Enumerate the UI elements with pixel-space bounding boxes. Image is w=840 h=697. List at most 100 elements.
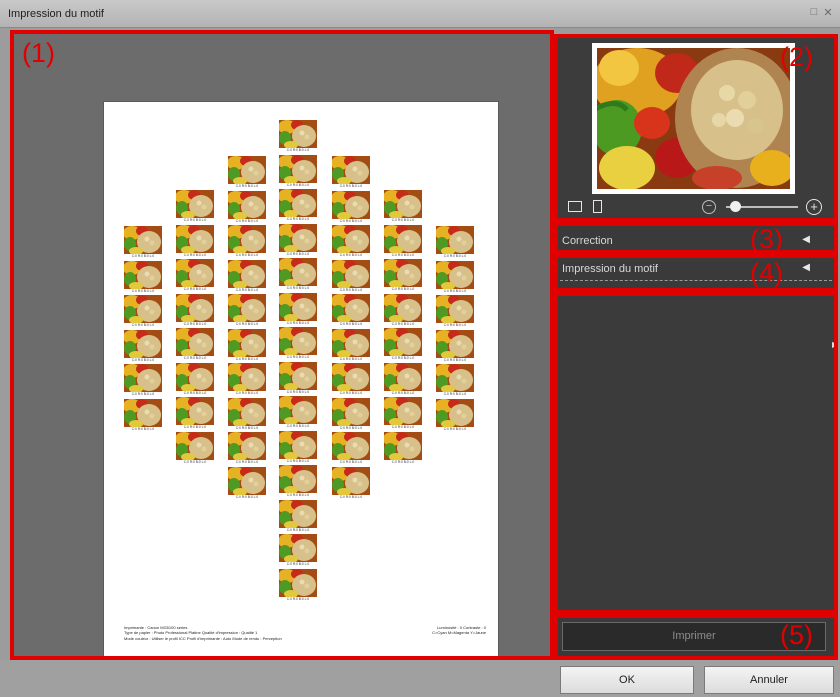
pattern-tile: C:0 R:0 B:0 L:0 (279, 361, 317, 396)
zoom-slider-handle[interactable] (730, 201, 741, 212)
tile-caption: C:0 R:0 B:0 L:0 (443, 392, 467, 396)
tile-caption: C:0 R:0 B:0 L:0 (235, 425, 259, 430)
zoom-in-icon[interactable]: + (806, 199, 822, 215)
portrait-view-icon[interactable] (593, 200, 602, 213)
pattern-tile: C:0 R:0 B:0 L:0 (279, 189, 317, 223)
pattern-tile: C:0 R:0 B:0 L:0 (384, 431, 422, 466)
pattern-tile: C:0 R:0 B:0 L:0 (384, 328, 422, 362)
tile-caption: C:0 R:0 B:0 L:0 (339, 253, 363, 257)
pattern-tile: C:0 R:0 B:0 L:0 (332, 190, 370, 225)
pattern-tile: C:0 R:0 B:0 L:0 (279, 499, 317, 534)
pattern-print-section[interactable]: Impression du motif ◀ (560, 257, 832, 281)
pattern-tile: C:0 R:0 B:0 L:0 (176, 190, 214, 224)
tile-caption: C:0 R:0 B:0 L:0 (443, 357, 467, 362)
tile-caption: C:0 R:0 B:0 L:0 (339, 494, 363, 499)
pattern-tile: C:0 R:0 B:0 L:0 (279, 258, 317, 292)
pattern-tile: C:0 R:0 B:0 L:0 (332, 225, 370, 259)
cancel-button[interactable]: Annuler (704, 666, 834, 694)
tile-caption: C:0 R:0 B:0 L:0 (235, 253, 259, 257)
tile-caption: C:0 R:0 B:0 L:0 (183, 425, 207, 429)
pattern-tile: C:0 R:0 B:0 L:0 (176, 397, 214, 431)
correction-section[interactable]: Correction ◀ (560, 229, 832, 253)
pattern-tile: C:0 R:0 B:0 L:0 (176, 259, 214, 293)
tile-caption: C:0 R:0 B:0 L:0 (286, 596, 310, 601)
tile-caption: C:0 R:0 B:0 L:0 (235, 356, 259, 361)
tile-caption: C:0 R:0 B:0 L:0 (286, 493, 310, 497)
tile-caption: C:0 R:0 B:0 L:0 (443, 254, 467, 258)
tile-caption: C:0 R:0 B:0 L:0 (339, 391, 363, 395)
pattern-tile: C:0 R:0 B:0 L:0 (332, 259, 370, 294)
tile-caption: C:0 R:0 B:0 L:0 (443, 426, 467, 431)
expand-arrow-icon[interactable]: ◀ (802, 234, 810, 245)
tile-caption: C:0 R:0 B:0 L:0 (391, 425, 415, 429)
tile-caption: C:0 R:0 B:0 L:0 (183, 459, 207, 464)
tile-caption: C:0 R:0 B:0 L:0 (286, 562, 310, 566)
tile-caption: C:0 R:0 B:0 L:0 (286, 389, 310, 394)
pattern-tile: C:0 R:0 B:0 L:0 (384, 259, 422, 293)
pattern-tile: C:0 R:0 B:0 L:0 (124, 226, 162, 260)
maximize-icon[interactable]: □ (808, 6, 820, 19)
tile-caption: C:0 R:0 B:0 L:0 (391, 218, 415, 222)
window-controls: □ ✕ (808, 6, 834, 19)
pattern-tile: C:0 R:0 B:0 L:0 (228, 156, 266, 190)
tile-caption: C:0 R:0 B:0 L:0 (339, 322, 363, 326)
image-thumbnail[interactable] (592, 43, 795, 194)
tile-caption: C:0 R:0 B:0 L:0 (286, 217, 310, 221)
tile-caption: C:0 R:0 B:0 L:0 (391, 252, 415, 257)
tile-caption: C:0 R:0 B:0 L:0 (235, 322, 259, 326)
pattern-tile: C:0 R:0 B:0 L:0 (436, 295, 474, 329)
tile-caption: C:0 R:0 B:0 L:0 (339, 218, 363, 223)
tile-caption: C:0 R:0 B:0 L:0 (235, 460, 259, 464)
tile-caption: C:0 R:0 B:0 L:0 (286, 320, 310, 325)
page-preview-area[interactable]: Imprimante : Canon MG5100 series Type de… (14, 34, 550, 658)
pattern-tile: C:0 R:0 B:0 L:0 (384, 397, 422, 431)
pattern-tile: C:0 R:0 B:0 L:0 (228, 466, 266, 501)
pattern-tile: C:0 R:0 B:0 L:0 (384, 224, 422, 259)
tile-caption: C:0 R:0 B:0 L:0 (131, 357, 155, 362)
callout-label-1: (1) (22, 38, 55, 68)
pattern-tile: C:0 R:0 B:0 L:0 (436, 226, 474, 260)
pattern-tile: C:0 R:0 B:0 L:0 (332, 432, 370, 466)
tile-caption: C:0 R:0 B:0 L:0 (286, 148, 310, 152)
tile-caption: C:0 R:0 B:0 L:0 (183, 390, 207, 395)
ok-button[interactable]: OK (560, 666, 694, 694)
pattern-tile: C:0 R:0 B:0 L:0 (176, 431, 214, 466)
expand-arrow-icon[interactable]: ◀ (802, 262, 810, 273)
callout-label-2: (2) (780, 42, 813, 72)
pattern-tile: C:0 R:0 B:0 L:0 (279, 465, 317, 499)
pattern-tile: C:0 R:0 B:0 L:0 (124, 329, 162, 364)
tile-caption: C:0 R:0 B:0 L:0 (286, 424, 310, 428)
pattern-tile: C:0 R:0 B:0 L:0 (176, 328, 214, 362)
panel-toggle-arrow-icon[interactable]: ▶ (832, 340, 838, 349)
pattern-tile: C:0 R:0 B:0 L:0 (332, 328, 370, 363)
pattern-tile: C:0 R:0 B:0 L:0 (279, 327, 317, 361)
pattern-tile: C:0 R:0 B:0 L:0 (436, 364, 474, 398)
callout-label-4: (4) (750, 258, 783, 288)
tile-caption: C:0 R:0 B:0 L:0 (286, 286, 310, 290)
pattern-tile: C:0 R:0 B:0 L:0 (279, 154, 317, 189)
print-page-preview: Imprimante : Canon MG5100 series Type de… (104, 102, 498, 658)
zoom-out-icon[interactable]: − (702, 200, 716, 214)
landscape-view-icon[interactable] (568, 201, 582, 212)
pattern-tile: C:0 R:0 B:0 L:0 (279, 396, 317, 430)
tile-caption: C:0 R:0 B:0 L:0 (183, 287, 207, 291)
tile-caption: C:0 R:0 B:0 L:0 (339, 356, 363, 361)
pattern-print-label: Impression du motif (562, 263, 658, 275)
footer-line: C=Cyan M=Magenta Y=Jaune (432, 630, 486, 636)
tile-caption: C:0 R:0 B:0 L:0 (391, 459, 415, 464)
pattern-tile: C:0 R:0 B:0 L:0 (176, 224, 214, 259)
tile-caption: C:0 R:0 B:0 L:0 (339, 184, 363, 188)
pattern-tile: C:0 R:0 B:0 L:0 (228, 294, 266, 328)
pattern-tile: C:0 R:0 B:0 L:0 (332, 294, 370, 328)
correction-label: Correction (562, 235, 613, 247)
callout-label-5: (5) (780, 620, 813, 650)
close-icon[interactable]: ✕ (822, 6, 834, 19)
pattern-tile: C:0 R:0 B:0 L:0 (228, 397, 266, 432)
tile-caption: C:0 R:0 B:0 L:0 (443, 323, 467, 327)
pattern-tile: C:0 R:0 B:0 L:0 (436, 329, 474, 364)
tile-caption: C:0 R:0 B:0 L:0 (286, 527, 310, 532)
pattern-tile: C:0 R:0 B:0 L:0 (279, 534, 317, 568)
tile-caption: C:0 R:0 B:0 L:0 (286, 458, 310, 463)
pattern-tile: C:0 R:0 B:0 L:0 (384, 190, 422, 224)
tile-caption: C:0 R:0 B:0 L:0 (131, 392, 155, 396)
